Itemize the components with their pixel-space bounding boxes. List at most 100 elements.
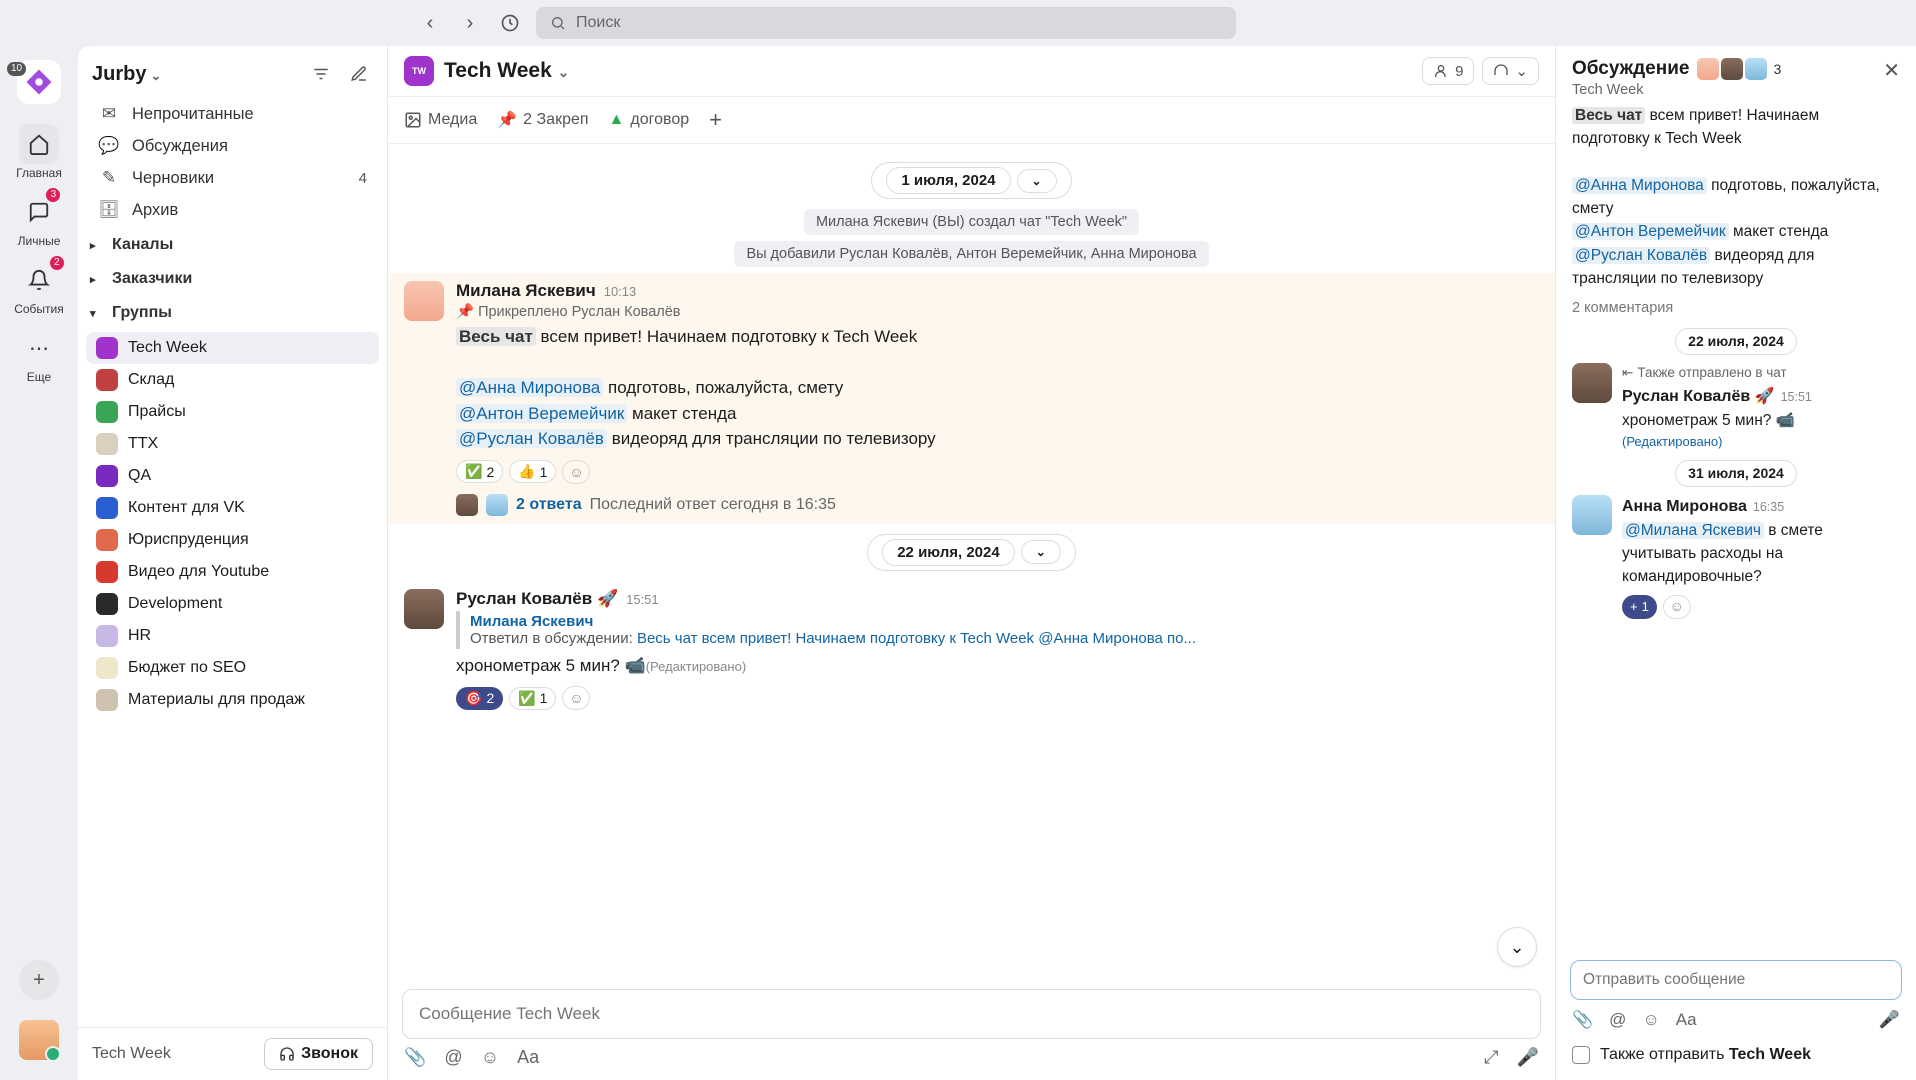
nav-back[interactable]: ‹: [416, 9, 444, 37]
group-item[interactable]: HR: [86, 620, 379, 652]
attach-icon[interactable]: 📎: [1572, 1010, 1593, 1030]
history-icon[interactable]: [496, 9, 524, 37]
huddle-button[interactable]: ⌄: [1482, 57, 1539, 85]
emoji-icon[interactable]: ☺: [481, 1047, 499, 1068]
compose-button[interactable]: [345, 60, 373, 88]
thread-participants[interactable]: 3: [1697, 58, 1781, 80]
scroll-to-bottom[interactable]: ⌄: [1497, 927, 1537, 967]
thread-composer[interactable]: [1570, 960, 1902, 1000]
topbar: ‹ › Поиск: [78, 0, 1916, 46]
avatar[interactable]: [404, 281, 444, 321]
reply-quote[interactable]: Милана Яскевич Ответил в обсуждении: Вес…: [456, 611, 1539, 649]
also-send-checkbox[interactable]: [1572, 1046, 1590, 1064]
message-author[interactable]: Милана Яскевич: [456, 281, 596, 301]
format-icon[interactable]: Aa: [1676, 1010, 1697, 1030]
avatar[interactable]: [1572, 495, 1612, 535]
section-channels[interactable]: ▸Каналы: [78, 228, 387, 262]
mention-channel[interactable]: Весь чат: [456, 327, 536, 346]
call-button[interactable]: Звонок: [264, 1038, 373, 1070]
group-item[interactable]: Бюджет по SEO: [86, 652, 379, 684]
group-item[interactable]: Контент для VK: [86, 492, 379, 524]
sidebar-unreads[interactable]: ✉Непрочитанные: [86, 98, 379, 130]
message[interactable]: Милана Яскевич10:13 📌Прикреплено Руслан …: [388, 273, 1555, 524]
group-item[interactable]: Видео для Youtube: [86, 556, 379, 588]
thread-message[interactable]: ⇤Также отправлено в чат Руслан Ковалёв 🚀…: [1572, 363, 1900, 452]
message[interactable]: Руслан Ковалёв 🚀15:51 Милана Яскевич Отв…: [388, 581, 1555, 719]
group-item[interactable]: QA: [86, 460, 379, 492]
thread-replies-link[interactable]: 2 ответа: [516, 496, 582, 514]
date-divider[interactable]: 1 июля, 2024 ⌄: [871, 162, 1071, 199]
emoji-icon[interactable]: ☺: [1642, 1010, 1659, 1030]
user-avatar[interactable]: [19, 1020, 59, 1060]
message-author[interactable]: Руслан Ковалёв 🚀: [1622, 388, 1775, 405]
image-icon: [404, 111, 422, 129]
nav-forward[interactable]: ›: [456, 9, 484, 37]
message-author[interactable]: Руслан Ковалёв 🚀: [456, 589, 618, 609]
reaction[interactable]: ✅ 1: [509, 687, 556, 710]
mention-channel[interactable]: Весь чат: [1572, 107, 1645, 124]
date-divider[interactable]: 22 июля, 2024 ⌄: [867, 534, 1076, 571]
avatar[interactable]: [1572, 363, 1612, 403]
group-label: ТТХ: [128, 435, 158, 453]
section-customers[interactable]: ▸Заказчики: [78, 262, 387, 296]
thread-message[interactable]: Анна Миронова16:35 @Милана Яскевич в сме…: [1572, 495, 1900, 619]
expand-icon[interactable]: ⤢: [1484, 1047, 1498, 1068]
rail-more[interactable]: ⋯ Еще: [19, 328, 59, 384]
mention[interactable]: @Анна Миронова: [1572, 177, 1707, 194]
message-author[interactable]: Анна Миронова: [1622, 498, 1747, 515]
add-reaction[interactable]: ☺: [562, 460, 590, 484]
search-input[interactable]: Поиск: [536, 7, 1236, 39]
group-item[interactable]: Прайсы: [86, 396, 379, 428]
mention[interactable]: @Руслан Ковалёв: [456, 429, 607, 448]
group-avatar: [96, 369, 118, 391]
avatar[interactable]: [404, 589, 444, 629]
reaction[interactable]: 🎯 2: [456, 687, 503, 710]
mention[interactable]: @Милана Яскевич: [1622, 522, 1764, 539]
add-reaction[interactable]: ☺: [1663, 595, 1691, 619]
rail-home[interactable]: Главная: [16, 124, 62, 180]
composer-input[interactable]: [403, 990, 1540, 1038]
channel-title[interactable]: Tech Week ⌄: [444, 59, 569, 83]
group-item[interactable]: Development: [86, 588, 379, 620]
mention[interactable]: @Антон Веремейчик: [456, 404, 627, 423]
group-item[interactable]: Склад: [86, 364, 379, 396]
attach-icon[interactable]: 📎: [404, 1047, 426, 1068]
workspace-switcher[interactable]: Jurby⌄: [92, 63, 161, 86]
tab-pins[interactable]: 📌2 Закреп: [497, 110, 588, 130]
tab-doc[interactable]: ▲договор: [609, 111, 690, 129]
workspace-logo[interactable]: 10: [17, 60, 61, 104]
message-time: 15:51: [1781, 390, 1812, 404]
mention-icon[interactable]: @: [1609, 1010, 1626, 1030]
tab-add[interactable]: +: [709, 107, 722, 133]
reaction[interactable]: ✅ 2: [456, 460, 503, 483]
reaction[interactable]: 👍 1: [509, 460, 556, 483]
mic-icon[interactable]: 🎤: [1517, 1047, 1539, 1068]
reaction[interactable]: + 1: [1622, 595, 1657, 619]
message-composer[interactable]: [402, 989, 1541, 1039]
group-label: Контент для VK: [128, 499, 245, 517]
sidebar-archive[interactable]: 🗄Архив: [86, 194, 379, 226]
mention-icon[interactable]: @: [444, 1047, 462, 1068]
sidebar-drafts[interactable]: ✎Черновики4: [86, 162, 379, 194]
tab-media[interactable]: Медиа: [404, 111, 477, 129]
group-avatar: [96, 561, 118, 583]
add-reaction[interactable]: ☺: [562, 686, 590, 710]
rail-add-button[interactable]: +: [19, 960, 59, 1000]
close-thread-button[interactable]: ✕: [1883, 58, 1900, 83]
group-item[interactable]: Юриспруденция: [86, 524, 379, 556]
section-groups[interactable]: ▾Группы: [78, 296, 387, 330]
format-icon[interactable]: Aa: [517, 1047, 539, 1068]
sidebar-threads[interactable]: 💬Обсуждения: [86, 130, 379, 162]
rail-activity[interactable]: 2 События: [14, 260, 64, 316]
thread-composer-input[interactable]: [1571, 961, 1901, 999]
rail-dms[interactable]: 3 Личные: [18, 192, 61, 248]
group-item[interactable]: Tech Week: [86, 332, 379, 364]
group-item[interactable]: ТТХ: [86, 428, 379, 460]
mention[interactable]: @Анна Миронова: [456, 378, 603, 397]
filter-button[interactable]: [307, 60, 335, 88]
mention[interactable]: @Антон Веремейчик: [1572, 223, 1729, 240]
group-item[interactable]: Материалы для продаж: [86, 684, 379, 716]
members-button[interactable]: 9: [1422, 57, 1474, 85]
mic-icon[interactable]: 🎤: [1879, 1010, 1900, 1030]
mention[interactable]: @Руслан Ковалёв: [1572, 247, 1710, 264]
